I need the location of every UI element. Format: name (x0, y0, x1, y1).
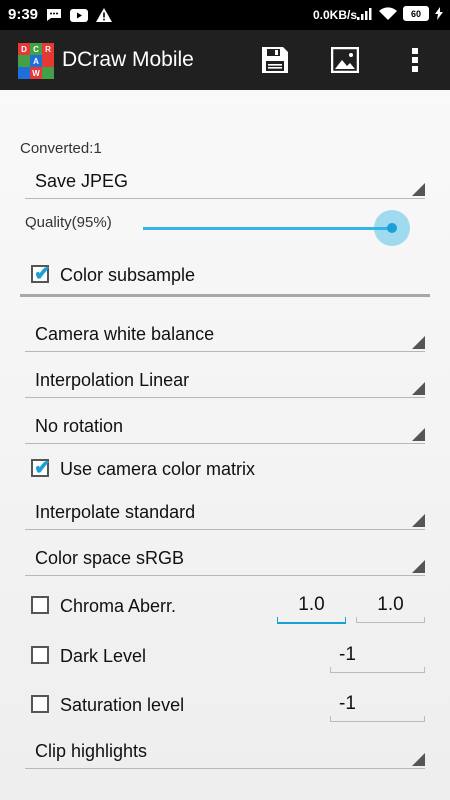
dropdown-triangle-icon (412, 183, 425, 196)
dark-level-checkbox[interactable] (31, 646, 49, 664)
status-bar: 9:39 0.0KB/s 60 (0, 0, 450, 30)
dark-level-field[interactable]: -1 (330, 638, 425, 673)
color-subsample-label: Color subsample (60, 265, 196, 285)
youtube-icon (70, 8, 88, 22)
status-time: 9:39 (8, 6, 39, 23)
rotation-spinner[interactable]: No rotation (25, 409, 425, 444)
color-subsample-checkbox[interactable]: ✔ (31, 263, 51, 285)
charging-icon (435, 7, 443, 20)
app-logo-icon: D C R A W (18, 43, 54, 79)
signal-icon (357, 7, 372, 20)
interpolation-label: Interpolation Linear (35, 370, 190, 390)
rotation-label: No rotation (35, 416, 124, 436)
overflow-menu-icon (412, 48, 418, 72)
saturation-level-field[interactable]: -1 (330, 687, 425, 722)
interpolation-spinner[interactable]: Interpolation Linear (25, 363, 425, 398)
interpolate-mode-label: Interpolate standard (35, 502, 196, 522)
settings-panel: Converted:1 Save JPEG Quality(95%) ✔ Col… (0, 90, 450, 800)
converted-count: Converted:1 (20, 140, 102, 157)
dropdown-triangle-icon (412, 428, 425, 441)
white-balance-spinner[interactable]: Camera white balance (25, 317, 425, 352)
warning-icon (96, 8, 112, 22)
wifi-icon (379, 7, 397, 20)
clip-highlights-label: Clip highlights (35, 741, 148, 761)
quality-label: Quality(95%) (25, 214, 112, 231)
color-space-label: Color space sRGB (35, 548, 185, 568)
dropdown-triangle-icon (412, 382, 425, 395)
chroma-aberr-blue-value: 1.0 (377, 594, 404, 615)
white-balance-label: Camera white balance (35, 324, 215, 344)
chroma-aberr-blue-field[interactable]: 1.0 (356, 588, 425, 623)
chroma-aberr-red-value: 1.0 (298, 594, 325, 615)
chroma-aberr-checkbox[interactable] (31, 596, 49, 614)
checkmark-icon: ✔ (34, 457, 51, 479)
dropdown-triangle-icon (412, 514, 425, 527)
battery-icon: 60 (403, 6, 429, 21)
chroma-aberr-red-field[interactable]: 1.0 (277, 588, 346, 624)
interpolate-mode-spinner[interactable]: Interpolate standard (25, 495, 425, 530)
system-icons: 60 (357, 6, 443, 21)
app-title: DCraw Mobile (62, 48, 194, 71)
saturation-level-checkbox[interactable] (31, 695, 49, 713)
checkmark-icon: ✔ (34, 263, 51, 285)
dark-level-value: -1 (339, 644, 356, 665)
app-bar: D C R A W DCraw Mobile (0, 30, 450, 90)
section-divider (20, 294, 430, 297)
clip-highlights-spinner[interactable]: Clip highlights (25, 734, 425, 769)
camera-color-matrix-label: Use camera color matrix (60, 459, 256, 479)
camera-color-matrix-checkbox[interactable]: ✔ (31, 457, 51, 479)
dark-level-label: Dark Level (60, 646, 147, 666)
image-icon (331, 47, 359, 73)
save-button[interactable] (260, 44, 290, 76)
color-space-spinner[interactable]: Color space sRGB (25, 541, 425, 576)
dropdown-triangle-icon (412, 753, 425, 766)
save-icon (262, 47, 288, 73)
chat-icon (47, 9, 61, 21)
saturation-level-value: -1 (339, 693, 356, 714)
chroma-aberr-label: Chroma Aberr. (60, 596, 177, 616)
quality-slider-thumb[interactable] (387, 223, 397, 233)
notification-icons (46, 7, 112, 23)
saturation-level-label: Saturation level (60, 695, 185, 715)
dropdown-triangle-icon (412, 560, 425, 573)
save-format-spinner[interactable]: Save JPEG (25, 164, 425, 199)
dropdown-triangle-icon (412, 336, 425, 349)
quality-slider-track[interactable] (143, 227, 393, 230)
gallery-button[interactable] (330, 44, 360, 76)
network-speed: 0.0KB/s (313, 8, 358, 22)
overflow-menu-button[interactable] (400, 44, 430, 76)
save-format-label: Save JPEG (35, 171, 129, 191)
